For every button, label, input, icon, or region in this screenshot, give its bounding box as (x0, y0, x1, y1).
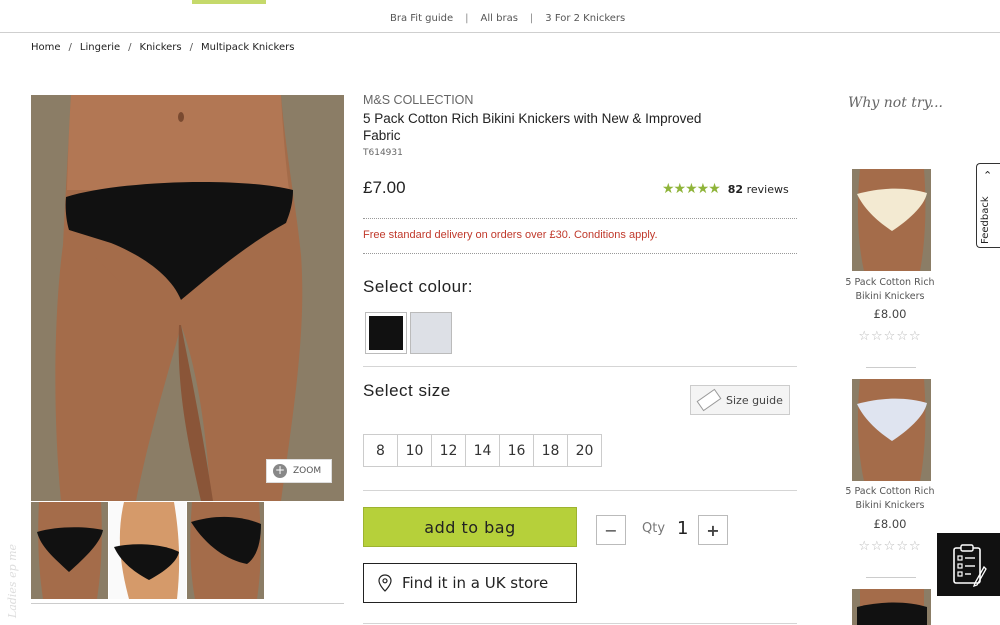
thumbnail-strip (31, 502, 264, 599)
rail-item-1-name[interactable]: 5 Pack Cotton Rich Bikini Knickers (835, 276, 945, 304)
divider-colour-size (363, 366, 797, 367)
product-photo (31, 95, 344, 501)
survey-button[interactable] (937, 533, 1000, 596)
clipboard-icon (952, 543, 987, 587)
active-nav-indicator (192, 0, 266, 4)
colour-swatch-black[interactable] (365, 312, 407, 354)
thumbnail-1[interactable] (31, 502, 108, 599)
size-option-8[interactable]: 8 (363, 434, 398, 467)
watermark: Ladies ep me (6, 500, 24, 620)
feedback-label: Feedback (980, 196, 991, 244)
breadcrumb: Home / Lingerie / Knickers / Multipack K… (31, 42, 295, 53)
product-code: T614931 (363, 148, 403, 158)
delivery-message[interactable]: Free standard delivery on orders over £3… (363, 229, 658, 241)
size-options: 8 10 12 14 16 18 20 (363, 434, 602, 467)
qty-label: Qty (642, 521, 666, 536)
rail-item-2-stars-icon: ☆☆☆☆☆ (858, 539, 922, 554)
rail-item-2-image[interactable] (852, 379, 931, 481)
rail-item-2-name[interactable]: 5 Pack Cotton Rich Bikini Knickers (835, 485, 945, 513)
subnav-links: Bra Fit guide | All bras | 3 For 2 Knick… (390, 13, 626, 24)
rail-item-1-image[interactable] (852, 169, 931, 271)
zoom-label: ZOOM (293, 466, 322, 476)
rail-item-2-photo (852, 379, 931, 481)
rail-item-1-stars-icon: ☆☆☆☆☆ (858, 329, 922, 344)
watermark-text: Ladies ep me (6, 543, 19, 618)
select-size-label: Select size (363, 381, 451, 400)
product-brand: M&S COLLECTION (363, 93, 474, 107)
rail-divider-1 (866, 367, 916, 368)
add-to-bag-button[interactable]: add to bag (363, 507, 577, 547)
rating-summary[interactable]: ★★★★★ 82 reviews (662, 181, 789, 197)
plus-icon: + (706, 520, 720, 540)
rail-item-1-price: £8.00 (873, 307, 907, 321)
qty-increase-button[interactable]: + (698, 515, 728, 545)
size-option-16[interactable]: 16 (499, 434, 534, 467)
zoom-button[interactable]: + ZOOM (266, 459, 332, 483)
rating-stars-icon: ★★★★★ (662, 181, 721, 197)
size-guide-button[interactable]: Size guide (690, 385, 790, 415)
review-label: reviews (746, 182, 789, 196)
select-colour-label: Select colour: (363, 277, 473, 296)
rail-item-2-price: £8.00 (873, 517, 907, 531)
find-in-store-label: Find it in a UK store (402, 574, 549, 592)
colour-swatch-white[interactable] (410, 312, 452, 354)
review-count: 82 (727, 182, 744, 196)
rail-item-3-photo (852, 589, 931, 625)
thumbnail-2-photo (109, 502, 186, 599)
qty-decrease-button[interactable]: − (596, 515, 626, 545)
subnav-link-bra-fit[interactable]: Bra Fit guide (390, 13, 453, 24)
rail-item-3-image[interactable] (852, 589, 931, 625)
size-guide-label: Size guide (726, 393, 783, 407)
divider-bottom (363, 623, 797, 624)
thumbnail-divider (31, 603, 344, 604)
breadcrumb-multipack[interactable]: Multipack Knickers (201, 42, 294, 53)
size-option-10[interactable]: 10 (397, 434, 432, 467)
rail-divider-2 (866, 577, 916, 578)
product-title: 5 Pack Cotton Rich Bikini Knickers with … (363, 111, 702, 143)
subnav-link-3for2[interactable]: 3 For 2 Knickers (545, 13, 625, 24)
qty-value[interactable]: 1 (677, 518, 688, 539)
size-option-14[interactable]: 14 (465, 434, 500, 467)
why-not-try-heading: Why not try... (848, 95, 944, 111)
minus-icon: − (604, 520, 618, 540)
breadcrumb-lingerie[interactable]: Lingerie (80, 42, 120, 53)
location-pin-icon (378, 574, 392, 592)
feedback-tab[interactable]: ⌃ Feedback (976, 163, 1000, 248)
ruler-icon (696, 388, 722, 412)
size-option-12[interactable]: 12 (431, 434, 466, 467)
top-subnav-bar: Bra Fit guide | All bras | 3 For 2 Knick… (0, 0, 1000, 33)
main-product-image[interactable]: + ZOOM (31, 95, 344, 501)
divider-size-bag (363, 490, 797, 491)
zoom-plus-icon: + (273, 463, 287, 478)
product-price: £7.00 (363, 178, 406, 197)
size-option-20[interactable]: 20 (567, 434, 602, 467)
breadcrumb-home[interactable]: Home (31, 42, 61, 53)
divider-dotted-1 (363, 218, 797, 219)
rail-item-1-photo (852, 169, 931, 271)
divider-dotted-2 (363, 253, 797, 254)
find-in-store-button[interactable]: Find it in a UK store (363, 563, 577, 603)
subnav-link-all-bras[interactable]: All bras (481, 13, 518, 24)
size-option-18[interactable]: 18 (533, 434, 568, 467)
chevron-up-icon: ⌃ (983, 169, 993, 182)
thumbnail-2[interactable] (109, 502, 186, 599)
thumbnail-1-photo (31, 502, 108, 599)
thumbnail-3-photo (187, 502, 264, 599)
thumbnail-3[interactable] (187, 502, 264, 599)
breadcrumb-knickers[interactable]: Knickers (140, 42, 182, 53)
